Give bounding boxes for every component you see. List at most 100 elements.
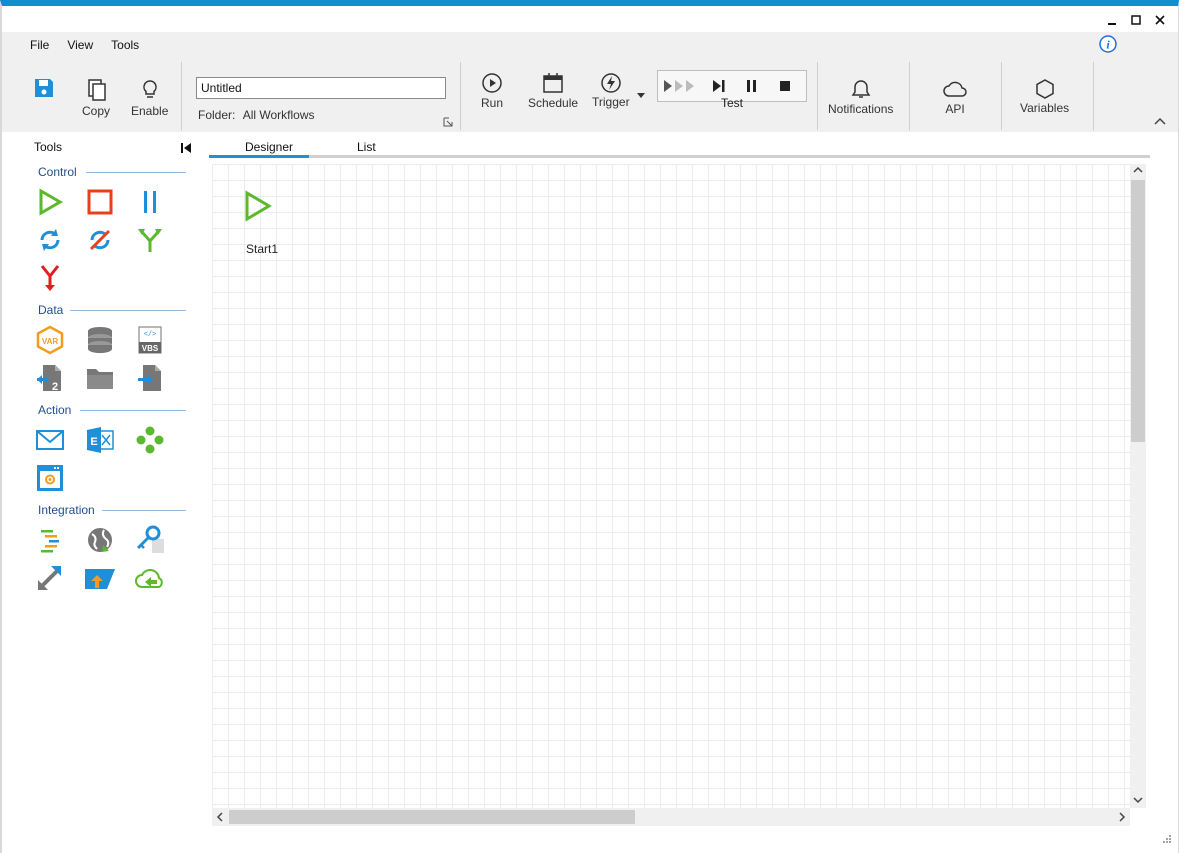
app-window: File View Tools i Copy Enable Folder: Al… <box>0 0 1179 853</box>
tool-cloud-download[interactable] <box>133 561 167 595</box>
info-button[interactable]: i <box>1098 34 1118 57</box>
menu-file[interactable]: File <box>30 38 49 52</box>
tool-loop[interactable] <box>33 223 67 257</box>
tool-exchange[interactable]: E <box>83 423 117 457</box>
tool-variable[interactable]: VAR <box>33 323 67 357</box>
menu-tools[interactable]: Tools <box>111 38 139 52</box>
bell-icon <box>851 80 871 98</box>
title-bar <box>2 6 1178 32</box>
maximize-button[interactable] <box>1125 10 1147 30</box>
tool-auth-key[interactable] <box>133 523 167 557</box>
folder-icon <box>87 369 113 389</box>
section-control: Control <box>38 165 77 179</box>
scroll-up-button[interactable] <box>1133 166 1143 177</box>
trigger-dropdown[interactable] <box>637 88 645 102</box>
chevron-left-icon <box>216 812 223 822</box>
menu-view[interactable]: View <box>67 38 93 52</box>
section-data: Data <box>38 303 64 317</box>
maximize-icon <box>1131 15 1141 25</box>
stop-square-icon <box>87 189 113 215</box>
scroll-down-button[interactable] <box>1133 796 1143 807</box>
tool-stop[interactable] <box>83 185 117 219</box>
variable-icon-text: VAR <box>42 337 59 346</box>
notifications-button[interactable]: Notifications <box>828 78 893 116</box>
tool-upload[interactable] <box>83 561 117 595</box>
globe-icon <box>88 528 112 552</box>
tool-list-integration[interactable] <box>33 523 67 557</box>
scroll-right-button[interactable] <box>1118 812 1126 825</box>
workflow-name-input[interactable] <box>196 77 446 99</box>
loop-icon <box>40 229 60 251</box>
start-play-icon <box>245 190 272 222</box>
test-stop-button[interactable] <box>778 79 792 96</box>
enable-label: Enable <box>131 104 169 118</box>
ribbon-separator <box>1093 62 1094 130</box>
tool-merge[interactable] <box>33 261 67 295</box>
run-icon <box>482 73 502 93</box>
scroll-left-button[interactable] <box>216 812 224 825</box>
exchange-icon: E <box>87 427 114 453</box>
tool-start[interactable] <box>33 185 67 219</box>
pause-bars-icon <box>144 191 156 213</box>
close-button[interactable] <box>1149 10 1171 30</box>
chevron-down-icon <box>1133 797 1143 804</box>
trigger-button[interactable]: Trigger <box>592 72 630 109</box>
info-icon: i <box>1099 35 1117 53</box>
test-pause-button[interactable] <box>745 79 759 96</box>
designer-canvas[interactable]: Start1 <box>212 164 1130 808</box>
schedule-button[interactable]: Schedule <box>528 72 578 110</box>
tool-break-loop[interactable] <box>83 223 117 257</box>
tool-action-group[interactable] <box>133 423 167 457</box>
tool-file-import[interactable] <box>133 361 167 395</box>
resize-grip-icon <box>1163 835 1171 843</box>
variables-button[interactable]: Variables <box>1020 78 1069 115</box>
folder-dialog-launcher[interactable] <box>443 116 453 130</box>
tool-pause[interactable] <box>133 185 167 219</box>
start-node[interactable] <box>242 190 274 225</box>
lightbulb-icon <box>142 80 157 98</box>
cloud-icon <box>943 81 967 97</box>
test-step-button[interactable] <box>712 79 726 96</box>
tab-designer[interactable]: Designer <box>245 140 293 154</box>
notifications-label: Notifications <box>828 102 894 116</box>
horizontal-scroll-thumb[interactable] <box>229 810 635 824</box>
tool-email[interactable] <box>33 423 67 457</box>
run-button[interactable]: Run <box>481 72 503 110</box>
collapse-ribbon-button[interactable] <box>1154 114 1166 128</box>
save-button[interactable] <box>34 78 54 98</box>
horizontal-scrollbar[interactable] <box>212 808 1130 826</box>
tool-web-service[interactable] <box>83 523 117 557</box>
tool-file-transfer[interactable]: 2 <box>33 361 67 395</box>
active-tab-indicator <box>209 155 309 158</box>
variable-icon: VAR <box>36 325 64 355</box>
tool-branch[interactable] <box>133 223 167 257</box>
database-icon <box>88 327 112 353</box>
test-run-all-button[interactable] <box>663 79 697 96</box>
section-divider <box>80 410 186 411</box>
vertical-scrollbar[interactable] <box>1130 164 1146 808</box>
tool-folder[interactable] <box>83 361 117 395</box>
tab-list[interactable]: List <box>357 140 376 154</box>
tools-panel-title: Tools <box>34 140 63 154</box>
lightning-icon <box>601 73 621 93</box>
collapse-left-icon <box>181 143 191 153</box>
api-button[interactable]: API <box>942 78 968 116</box>
merge-icon <box>40 265 60 291</box>
vertical-scroll-thumb[interactable] <box>1131 180 1145 442</box>
tool-expand-resize[interactable] <box>33 561 67 595</box>
trigger-label: Trigger <box>592 95 630 109</box>
resize-grip[interactable] <box>1162 833 1172 847</box>
ribbon-separator <box>181 62 182 130</box>
run-label: Run <box>481 96 504 110</box>
ribbon-separator <box>1001 62 1002 130</box>
tool-application[interactable] <box>33 461 67 495</box>
enable-button[interactable]: Enable <box>131 78 168 118</box>
script-icon: </> VBS <box>138 326 162 354</box>
stop-icon <box>780 81 790 91</box>
collapse-tools-button[interactable] <box>180 142 192 157</box>
copy-button[interactable]: Copy <box>82 78 110 118</box>
file-import-icon <box>138 365 161 391</box>
minimize-button[interactable] <box>1101 10 1123 30</box>
tool-script[interactable]: </> VBS <box>133 323 167 357</box>
tool-database[interactable] <box>83 323 117 357</box>
